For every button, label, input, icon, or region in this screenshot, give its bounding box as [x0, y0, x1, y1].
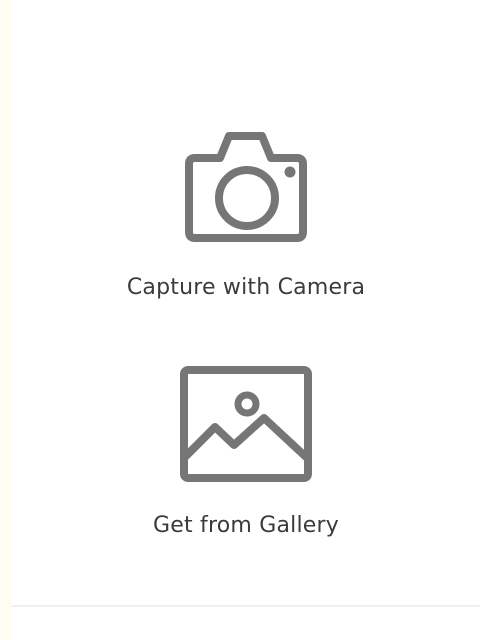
bottom-divider [12, 605, 480, 607]
camera-icon [185, 132, 307, 242]
image-source-panel: Capture with Camera Get from Gallery [12, 0, 480, 640]
capture-with-camera-label: Capture with Camera [126, 275, 366, 300]
get-from-gallery-label: Get from Gallery [153, 513, 339, 538]
get-from-gallery-option[interactable]: Get from Gallery [12, 360, 480, 560]
capture-with-camera-option[interactable]: Capture with Camera [12, 118, 480, 308]
image-icon [180, 366, 312, 482]
